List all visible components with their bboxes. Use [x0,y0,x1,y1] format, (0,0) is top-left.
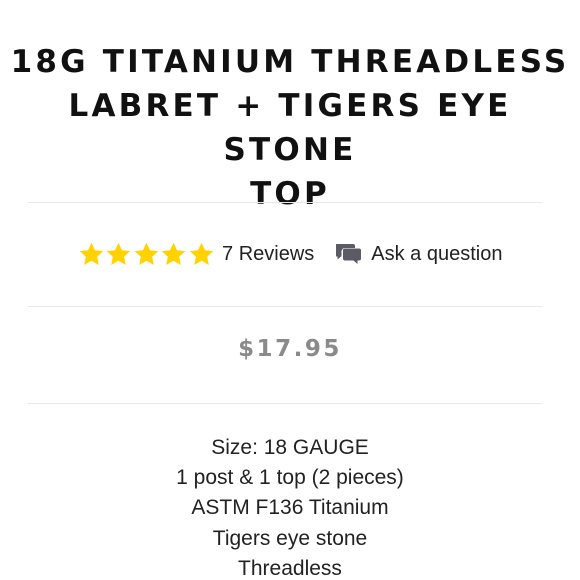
star-icon [160,241,187,268]
spec-line: Tigers eye stone [212,526,368,550]
spec-line: Threadless [238,556,342,580]
divider [28,403,542,404]
product-specs: Size: 18 GAUGE 1 post & 1 top (2 pieces)… [0,433,580,580]
product-title-line-1: 18G TITANIUM THREADLESS [10,44,570,80]
spec-line: 1 post & 1 top (2 pieces) [176,466,404,490]
spec-line: ASTM F136 Titanium [191,496,389,520]
product-title-line-2: LABRET + TIGERS EYE STONE [68,88,512,168]
reviews-row: 7 Reviews Ask a question [0,236,580,272]
product-title: 18G TITANIUM THREADLESS LABRET + TIGERS … [0,40,580,216]
star-rating[interactable] [78,241,216,268]
reviews-link[interactable]: 7 Reviews [222,243,314,266]
product-price: $17.95 [238,336,342,362]
product-page: 18G TITANIUM THREADLESS LABRET + TIGERS … [0,0,580,580]
ask-question-button[interactable]: Ask a question [336,243,502,266]
product-title-line-3: TOP [250,176,330,212]
divider [28,202,542,203]
spec-line: Size: 18 GAUGE [211,436,369,459]
star-icon [105,241,132,268]
star-icon [78,241,105,268]
divider [28,306,542,307]
chat-bubbles-icon [336,243,362,265]
star-icon [188,241,215,268]
ask-question-label: Ask a question [371,242,503,265]
star-icon [133,241,160,268]
